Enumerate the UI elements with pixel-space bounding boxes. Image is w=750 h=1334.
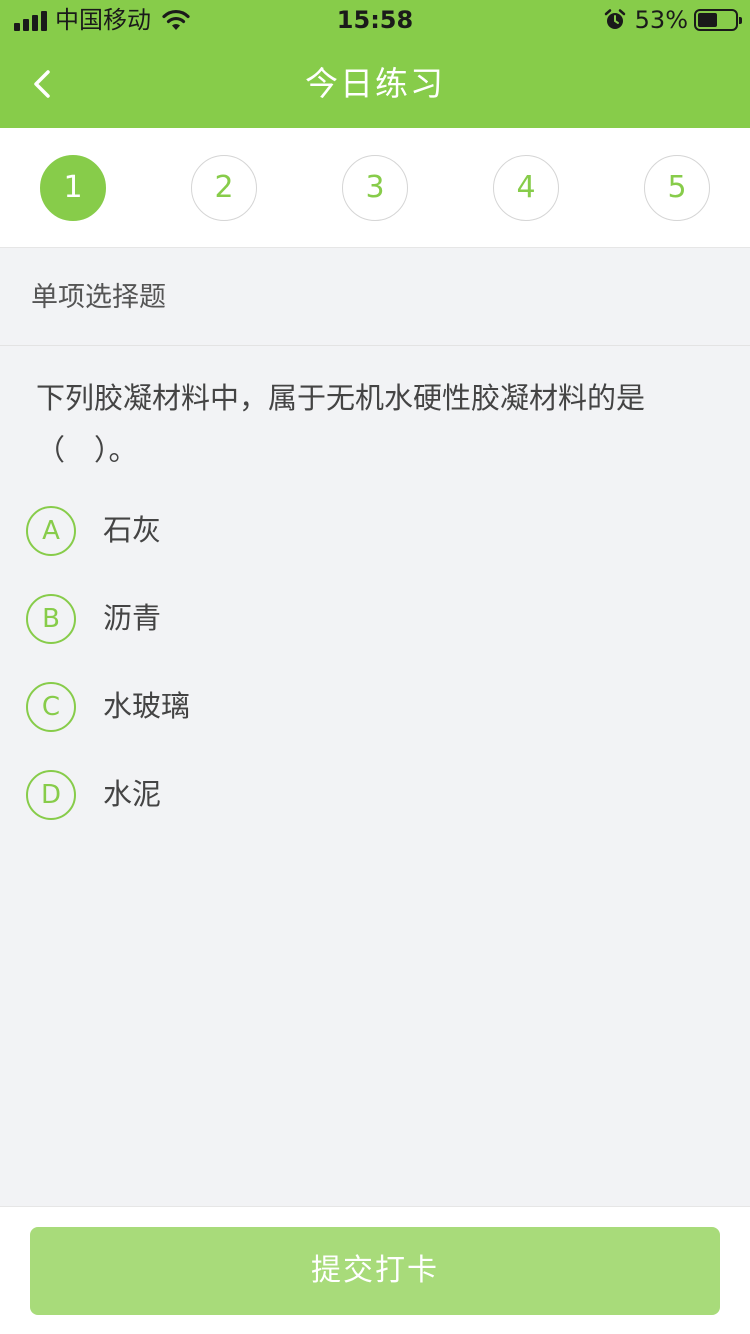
question-number-5[interactable]: 5 <box>644 155 710 221</box>
footer-bar: 提交打卡 <box>0 1206 750 1334</box>
alarm-icon <box>604 9 625 29</box>
question-type-header: 单项选择题 <box>0 248 750 346</box>
submit-checkin-button[interactable]: 提交打卡 <box>30 1227 720 1315</box>
battery-tip <box>739 17 742 24</box>
option-text: 水泥 <box>103 777 162 811</box>
question-number-3[interactable]: 3 <box>342 155 408 221</box>
option-letter: D <box>26 770 76 820</box>
question-number-strip: 1 2 3 4 5 <box>0 128 750 248</box>
option-letter: A <box>26 506 76 556</box>
page-title: 今日练习 <box>305 64 445 103</box>
status-bar: 中国移动 15:58 53% <box>0 0 750 40</box>
question-number-4[interactable]: 4 <box>493 155 559 221</box>
status-right: 53% <box>603 6 742 34</box>
battery-percent: 53% <box>634 6 688 34</box>
question-number-1[interactable]: 1 <box>40 155 106 221</box>
practice-page: 中国移动 15:58 53% 今日练习 1 2 3 4 5 单项选择题 下列胶凝… <box>0 0 750 1334</box>
option-d[interactable]: D 水泥 <box>26 766 716 822</box>
battery-icon <box>694 9 742 31</box>
battery-fill <box>698 13 717 27</box>
option-text: 石灰 <box>103 513 162 547</box>
option-text: 水玻璃 <box>103 689 191 723</box>
option-letter: C <box>26 682 76 732</box>
option-b[interactable]: B 沥青 <box>26 590 716 646</box>
question-text: 下列胶凝材料中，属于无机水硬性胶凝材料的是（ ）。 <box>36 381 646 467</box>
option-c[interactable]: C 水玻璃 <box>26 678 716 734</box>
question-number-2[interactable]: 2 <box>191 155 257 221</box>
nav-bar: 今日练习 <box>0 40 750 128</box>
option-letter: B <box>26 594 76 644</box>
option-text: 沥青 <box>103 601 162 635</box>
question-type-label: 单项选择题 <box>31 282 166 313</box>
option-a[interactable]: A 石灰 <box>26 502 716 558</box>
